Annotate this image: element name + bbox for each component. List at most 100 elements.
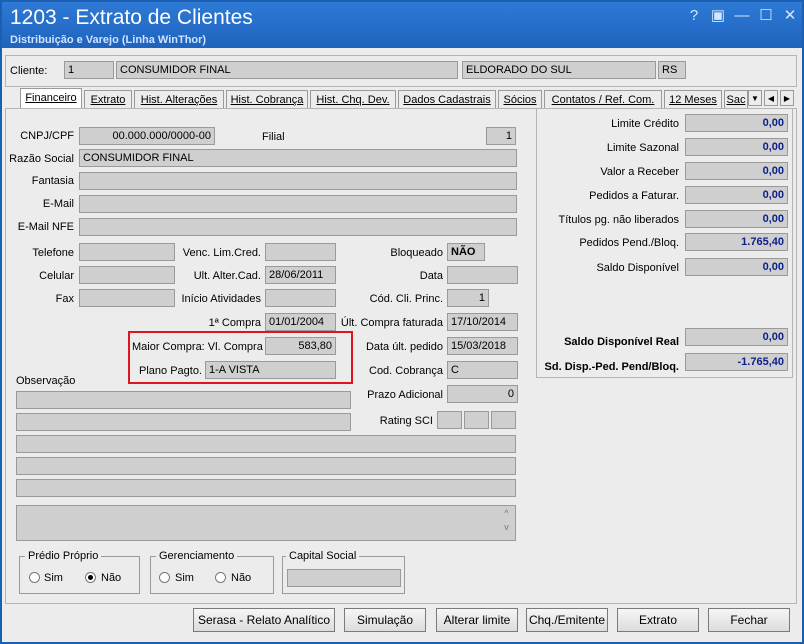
observacao-memo[interactable]: [16, 505, 516, 541]
memo-scrollbar[interactable]: ^ v: [498, 506, 515, 540]
tab-dados-cadastrais[interactable]: Dados Cadastrais: [398, 90, 496, 109]
inicio-atividades-field: [265, 289, 336, 307]
observacao-line-4: [16, 457, 516, 475]
tab-12-meses[interactable]: 12 Meses: [664, 90, 722, 109]
saldo-disponivel-field: 0,00: [685, 258, 788, 276]
telefone-label: Telefone: [32, 247, 74, 259]
observacao-line-3: [16, 435, 516, 453]
tab-contatos-ref-com[interactable]: Contatos / Ref. Com.: [544, 90, 662, 109]
simulacao-button[interactable]: Simulação: [344, 608, 426, 632]
razao-social-field: CONSUMIDOR FINAL: [79, 149, 517, 167]
tab-hist-cobranca[interactable]: Hist. Cobrança: [226, 90, 308, 109]
inicio-atividades-label: Início Atividades: [181, 293, 262, 305]
gerenciamento-sim-label: Sim: [175, 572, 194, 584]
data-field: [447, 266, 518, 284]
help-icon[interactable]: ?: [686, 8, 702, 24]
alterar-limite-button[interactable]: Alterar limite: [436, 608, 518, 632]
gerenciamento-nao-label: Não: [231, 572, 252, 584]
capital-social-label: Capital Social: [286, 550, 360, 563]
email-label: E-Mail: [42, 198, 74, 210]
tab-hist-alteracoes[interactable]: Hist. Alterações: [134, 90, 224, 109]
prazo-adicional-label: Prazo Adicional: [367, 389, 443, 401]
tab-list-dropdown-icon[interactable]: ▼: [748, 90, 762, 106]
cnpj-field: 00.000.000/0000-00: [79, 127, 215, 145]
gerenciamento-nao-radio[interactable]: [215, 572, 226, 583]
ult-alter-cad-label: Ult. Alter.Cad.: [193, 270, 261, 282]
cliente-city-field: ELDORADO DO SUL: [462, 61, 656, 79]
fax-field: [79, 289, 175, 307]
fax-label: Fax: [55, 293, 74, 305]
window-title: 1203 - Extrato de Clientes: [10, 6, 253, 29]
maior-compra-label: Maior Compra: Vl. Compra: [132, 341, 263, 353]
ult-compra-faturada-field: 17/10/2014: [447, 313, 518, 331]
close-icon[interactable]: ✕: [782, 8, 798, 24]
tab-scroll-left-icon[interactable]: ◀: [764, 90, 778, 106]
saldo-disponivel-real-field: 0,00: [685, 328, 788, 346]
maior-compra-field: 583,80: [265, 337, 336, 355]
window-subtitle: Distribuição e Varejo (Linha WinThor): [10, 34, 207, 46]
valor-receber-label: Valor a Receber: [600, 166, 679, 178]
sd-disp-ped-pend-field: -1.765,40: [685, 353, 788, 371]
gerenciamento-sim-radio[interactable]: [159, 572, 170, 583]
limite-credito-field: 0,00: [685, 114, 788, 132]
celular-label: Celular: [39, 270, 74, 282]
observacao-line-5: [16, 479, 516, 497]
predio-sim-label: Sim: [44, 572, 63, 584]
razao-social-label: Razão Social: [9, 153, 74, 165]
cliente-uf-field: RS: [658, 61, 686, 79]
observacao-line-2: [16, 413, 351, 431]
ult-compra-faturada-label: Últ. Compra faturada: [340, 317, 443, 329]
predio-nao-label: Não: [101, 572, 122, 584]
filial-label: Filial: [262, 131, 285, 143]
predio-sim-radio[interactable]: [29, 572, 40, 583]
cliente-code-field[interactable]: 1: [64, 61, 114, 79]
saldo-disponivel-real-label: Saldo Disponível Real: [564, 336, 679, 348]
chq-emitente-button[interactable]: Chq./Emitente: [526, 608, 608, 632]
restore-icon[interactable]: ▣: [710, 8, 726, 24]
data-label: Data: [419, 270, 443, 282]
gerenciamento-label: Gerenciamento: [156, 550, 238, 563]
pedidos-faturar-label: Pedidos a Faturar.: [589, 190, 679, 202]
tab-hist-chq-dev[interactable]: Hist. Chq. Dev.: [310, 90, 396, 109]
tab-extrato[interactable]: Extrato: [84, 90, 132, 109]
serasa-relato-button[interactable]: Serasa - Relato Analítico: [193, 608, 335, 632]
maximize-icon[interactable]: ☐: [758, 8, 774, 24]
cod-cli-princ-label: Cód. Cli. Princ.: [369, 293, 443, 305]
filial-field: 1: [486, 127, 516, 145]
predio-nao-radio[interactable]: [85, 572, 96, 583]
tab-socios[interactable]: Sócios: [498, 90, 542, 109]
venc-lim-cred-field: [265, 243, 336, 261]
pedidos-pend-field: 1.765,40: [685, 233, 788, 251]
plano-pagto-label: Plano Pagto.: [139, 365, 202, 377]
limite-sazonal-field: 0,00: [685, 138, 788, 156]
observacao-line-1: [16, 391, 351, 409]
extrato-button[interactable]: Extrato: [617, 608, 699, 632]
limite-credito-label: Limite Crédito: [611, 118, 679, 130]
rating-sci-field-3: [491, 411, 516, 429]
pedidos-faturar-field: 0,00: [685, 186, 788, 204]
ult-alter-cad-field: 28/06/2011: [265, 266, 336, 284]
minimize-icon[interactable]: —: [734, 8, 750, 24]
fantasia-field: [79, 172, 517, 190]
data-ult-pedido-field: 15/03/2018: [447, 337, 518, 355]
tab-scroll-right-icon[interactable]: ▶: [780, 90, 794, 106]
bloqueado-field: NÃO: [447, 243, 485, 261]
cliente-name-field: CONSUMIDOR FINAL: [116, 61, 458, 79]
titulos-field: 0,00: [685, 210, 788, 228]
tab-sac[interactable]: Sac: [724, 90, 748, 109]
capital-social-field: [287, 569, 401, 587]
saldo-disponivel-label: Saldo Disponível: [596, 262, 679, 274]
valor-receber-field: 0,00: [685, 162, 788, 180]
venc-lim-cred-label: Venc. Lim.Cred.: [182, 247, 261, 259]
cod-cli-princ-field: 1: [447, 289, 489, 307]
prazo-adicional-field: 0: [447, 385, 518, 403]
fantasia-label: Fantasia: [31, 175, 74, 187]
rating-sci-label: Rating SCI: [379, 415, 433, 427]
sd-disp-ped-pend-label: Sd. Disp.-Ped. Pend/Bloq.: [544, 361, 679, 373]
titulos-label: Títulos pg. não liberados: [558, 214, 679, 226]
predio-proprio-label: Prédio Próprio: [25, 550, 102, 563]
cod-cobranca-field: C: [447, 361, 518, 379]
fechar-button[interactable]: Fechar: [708, 608, 790, 632]
primeira-compra-label: 1ª Compra: [208, 317, 261, 329]
tab-financeiro[interactable]: Financeiro: [20, 88, 82, 109]
